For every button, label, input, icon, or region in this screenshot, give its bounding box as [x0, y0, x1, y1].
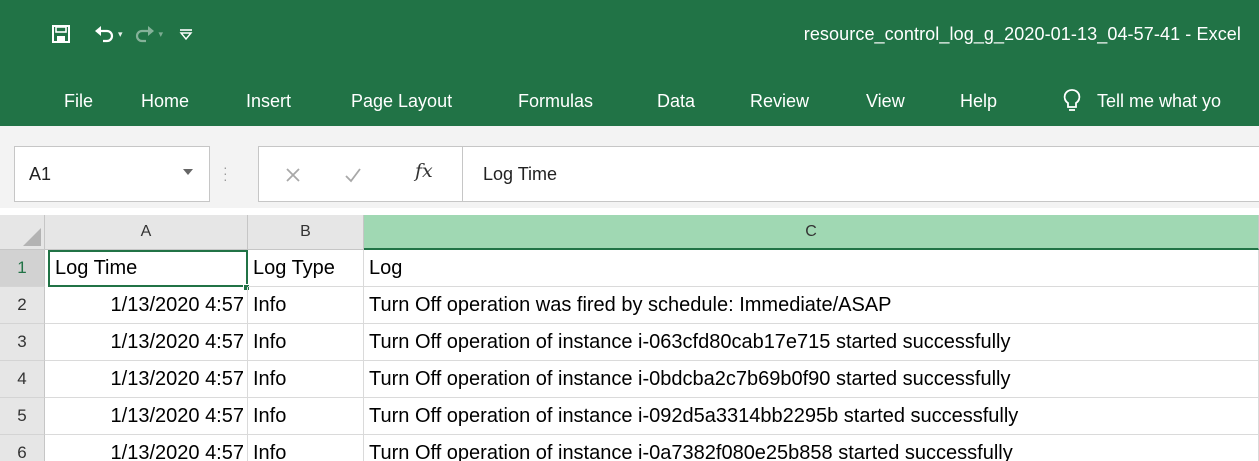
row-header-6[interactable]: 6: [0, 435, 45, 461]
cell-b4[interactable]: Info: [248, 361, 364, 398]
tab-formulas[interactable]: Formulas: [518, 91, 593, 112]
tab-data[interactable]: Data: [657, 91, 695, 112]
save-icon: [52, 25, 70, 43]
cell-b5[interactable]: Info: [248, 398, 364, 435]
cell-a5[interactable]: 1/13/2020 4:57: [45, 398, 248, 435]
tab-help[interactable]: Help: [960, 91, 997, 112]
quick-access-toolbar: ▾ ▾: [52, 20, 205, 48]
tab-home[interactable]: Home: [141, 91, 189, 112]
chevron-down-icon[interactable]: ▾: [118, 29, 123, 40]
save-button[interactable]: [52, 20, 70, 48]
formula-bar: A1 · · · fx Log Time: [0, 142, 1259, 208]
lightbulb-icon: [1063, 89, 1081, 111]
tab-insert[interactable]: Insert: [246, 91, 291, 112]
cell-c5[interactable]: Turn Off operation of instance i-092d5a3…: [364, 398, 1259, 435]
column-header-a[interactable]: A: [45, 215, 248, 250]
ribbon-collapsed-gap: [0, 126, 1259, 142]
close-icon[interactable]: [285, 167, 301, 183]
row-header-5[interactable]: 5: [0, 398, 45, 435]
row-header-4[interactable]: 4: [0, 361, 45, 398]
name-box[interactable]: A1: [14, 146, 210, 202]
ribbon-tabs: File Home Insert Page Layout Formulas Da…: [0, 80, 1259, 126]
redo-icon: [135, 26, 154, 43]
cell-c2[interactable]: Turn Off operation was fired by schedule…: [364, 287, 1259, 324]
formula-buttons: fx: [258, 146, 463, 202]
tab-file[interactable]: File: [64, 91, 93, 112]
row-header-1[interactable]: 1: [0, 250, 45, 287]
undo-icon: [95, 26, 114, 43]
cell-a1[interactable]: Log Time: [48, 250, 248, 287]
tell-me-label: Tell me what yo: [1097, 90, 1222, 111]
document-title: resource_control_log_g_2020-01-13_04-57-…: [803, 24, 1241, 44]
customize-qat-button[interactable]: [179, 20, 193, 48]
chevron-down-icon[interactable]: [183, 169, 193, 175]
tell-me-search[interactable]: Tell me what yo: [1063, 88, 1221, 114]
title-bar: ▾ ▾ resource_control_log_g_2020-01-13_04…: [0, 0, 1259, 80]
select-all-button[interactable]: [0, 215, 45, 250]
tab-review[interactable]: Review: [750, 91, 809, 112]
redo-button[interactable]: ▾: [135, 20, 164, 48]
cell-b2[interactable]: Info: [248, 287, 364, 324]
cell-a4[interactable]: 1/13/2020 4:57: [45, 361, 248, 398]
undo-button[interactable]: ▾: [94, 20, 123, 48]
spreadsheet-grid: A B C 1 Log Time Log Type Log 2 1/13/202…: [0, 208, 1259, 461]
cell-b1[interactable]: Log Type: [248, 250, 364, 287]
row-header-3[interactable]: 3: [0, 324, 45, 361]
cell-c1[interactable]: Log: [364, 250, 1259, 287]
select-all-triangle-icon: [23, 228, 41, 246]
row-header-2[interactable]: 2: [0, 287, 45, 324]
chevron-down-icon[interactable]: ▾: [159, 29, 164, 40]
cell-c6[interactable]: Turn Off operation of instance i-0a7382f…: [364, 435, 1259, 461]
formula-input[interactable]: Log Time: [462, 146, 1259, 202]
customize-qat-icon: [179, 29, 193, 41]
insert-function-button[interactable]: fx: [415, 160, 433, 182]
cell-a2[interactable]: 1/13/2020 4:57: [45, 287, 248, 324]
tab-page-layout[interactable]: Page Layout: [351, 91, 452, 112]
name-box-value: A1: [29, 164, 52, 184]
formula-value: Log Time: [483, 164, 558, 184]
check-icon[interactable]: [344, 167, 362, 183]
column-header-c[interactable]: C: [364, 215, 1259, 250]
column-header-b[interactable]: B: [248, 215, 364, 250]
formula-bar-grip[interactable]: · · ·: [223, 160, 228, 186]
cell-c3[interactable]: Turn Off operation of instance i-063cfd8…: [364, 324, 1259, 361]
cell-b6[interactable]: Info: [248, 435, 364, 461]
cell-a6[interactable]: 1/13/2020 4:57: [45, 435, 248, 461]
cell-a3[interactable]: 1/13/2020 4:57: [45, 324, 248, 361]
tab-view[interactable]: View: [866, 91, 905, 112]
cell-b3[interactable]: Info: [248, 324, 364, 361]
cell-c4[interactable]: Turn Off operation of instance i-0bdcba2…: [364, 361, 1259, 398]
